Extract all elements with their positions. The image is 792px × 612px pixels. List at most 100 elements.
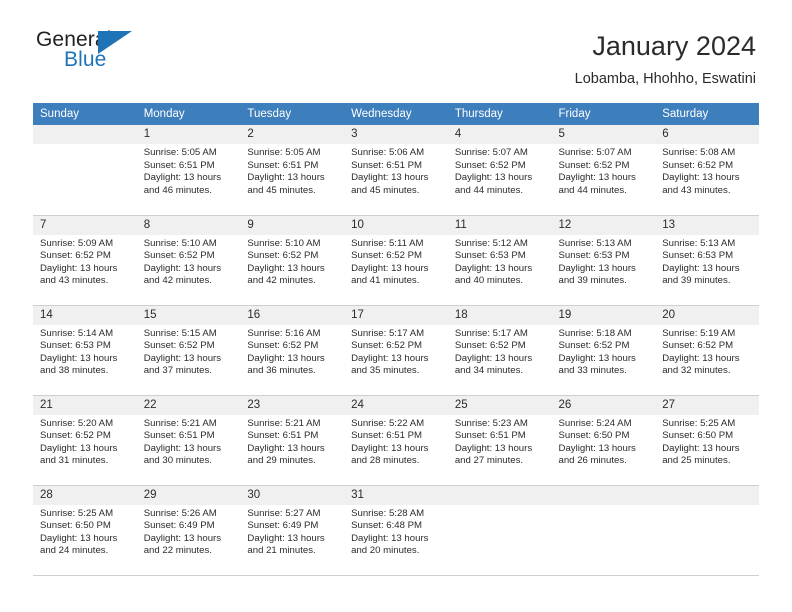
day-cell[interactable]: 27 Sunrise: 5:25 AM Sunset: 6:50 PM Dayl… (655, 395, 759, 486)
day-cell[interactable]: 8 Sunrise: 5:10 AM Sunset: 6:52 PM Dayli… (136, 215, 241, 306)
daylight-text-line1: Daylight: 13 hours (143, 262, 222, 274)
sunrise-text: Sunrise: 5:21 AM (247, 417, 321, 429)
sunrise-text: Sunrise: 5:06 AM (351, 147, 425, 158)
sunset-text: Sunset: 6:52 PM (143, 250, 215, 262)
daylight-text-line1: Daylight: 13 hours (247, 262, 325, 274)
day-cell[interactable]: 12 Sunrise: 5:13 AM Sunset: 6:53 PM Dayl… (551, 215, 656, 306)
daylight-text-line2: and 28 minutes. (351, 455, 420, 467)
day-cell[interactable]: 21 Sunrise: 5:20 AM Sunset: 6:52 PM Dayl… (33, 395, 137, 486)
daylight-text-line2: and 44 minutes. (558, 184, 627, 196)
sunset-text: Sunset: 6:52 PM (454, 159, 526, 171)
day-info: Sunrise: 5:06 AM Sunset: 6:51 PM Dayligh… (344, 144, 448, 197)
sunset-text: Sunset: 6:53 PM (558, 250, 630, 262)
sunrise-text: Sunrise: 5:17 AM (351, 327, 425, 339)
day-info: Sunrise: 5:21 AM Sunset: 6:51 PM Dayligh… (137, 415, 241, 468)
sunset-text: Sunset: 6:51 PM (143, 430, 215, 442)
weekday-header-monday: Monday (136, 103, 241, 125)
daylight-text-line1: Daylight: 13 hours (40, 532, 118, 544)
daylight-text-line2: and 39 minutes. (662, 275, 731, 287)
sunset-text: Sunset: 6:49 PM (247, 520, 319, 532)
day-cell[interactable]: 23 Sunrise: 5:21 AM Sunset: 6:51 PM Dayl… (240, 395, 345, 486)
day-info: Sunrise: 5:19 AM Sunset: 6:52 PM Dayligh… (655, 325, 759, 378)
sunrise-text: Sunrise: 5:13 AM (662, 237, 736, 249)
day-cell[interactable]: 3 Sunrise: 5:06 AM Sunset: 6:51 PM Dayli… (344, 125, 448, 216)
daylight-text-line2: and 45 minutes. (247, 184, 316, 196)
day-cell[interactable]: 18 Sunrise: 5:17 AM Sunset: 6:52 PM Dayl… (447, 305, 552, 396)
sunrise-text: Sunrise: 5:19 AM (662, 327, 736, 339)
page-subtitle: Lobamba, Hhohho, Eswatini (574, 71, 756, 87)
day-info: Sunrise: 5:10 AM Sunset: 6:52 PM Dayligh… (240, 235, 344, 288)
day-info: Sunrise: 5:26 AM Sunset: 6:49 PM Dayligh… (137, 505, 241, 558)
day-cell[interactable]: 7 Sunrise: 5:09 AM Sunset: 6:52 PM Dayli… (33, 215, 137, 306)
brand-name-blue: Blue (64, 48, 107, 71)
sunrise-text: Sunrise: 5:23 AM (454, 417, 528, 429)
day-number: 19 (551, 305, 656, 325)
day-cell[interactable]: 13 Sunrise: 5:13 AM Sunset: 6:53 PM Dayl… (655, 215, 759, 306)
day-number (655, 485, 759, 505)
day-cell[interactable]: 26 Sunrise: 5:24 AM Sunset: 6:50 PM Dayl… (551, 395, 656, 486)
sunset-text: Sunset: 6:52 PM (351, 340, 423, 352)
day-info: Sunrise: 5:15 AM Sunset: 6:52 PM Dayligh… (137, 325, 241, 378)
daylight-text-line2: and 31 minutes. (40, 455, 109, 467)
day-cell[interactable]: 22 Sunrise: 5:21 AM Sunset: 6:51 PM Dayl… (136, 395, 241, 486)
day-info: Sunrise: 5:18 AM Sunset: 6:52 PM Dayligh… (552, 325, 656, 378)
day-number (447, 485, 552, 505)
sunrise-text: Sunrise: 5:14 AM (40, 327, 114, 339)
day-number: 1 (136, 125, 241, 144)
day-number: 15 (136, 305, 241, 325)
daylight-text-line2: and 42 minutes. (143, 275, 212, 287)
daylight-text-line2: and 39 minutes. (558, 275, 627, 287)
daylight-text-line1: Daylight: 13 hours (454, 262, 533, 274)
day-cell[interactable]: 6 Sunrise: 5:08 AM Sunset: 6:52 PM Dayli… (655, 125, 759, 216)
day-cell[interactable]: 20 Sunrise: 5:19 AM Sunset: 6:52 PM Dayl… (655, 305, 759, 396)
general-blue-logo[interactable]: General Blue (36, 28, 144, 76)
weekday-header-thursday: Thursday (447, 103, 552, 125)
page-title: January 2024 (592, 31, 756, 61)
day-cell[interactable]: 28 Sunrise: 5:25 AM Sunset: 6:50 PM Dayl… (33, 485, 137, 576)
day-info: Sunrise: 5:13 AM Sunset: 6:53 PM Dayligh… (655, 235, 759, 288)
day-info: Sunrise: 5:21 AM Sunset: 6:51 PM Dayligh… (240, 415, 344, 468)
day-cell[interactable]: 14 Sunrise: 5:14 AM Sunset: 6:53 PM Dayl… (33, 305, 137, 396)
day-cell[interactable]: 17 Sunrise: 5:17 AM Sunset: 6:52 PM Dayl… (344, 305, 448, 396)
sunset-text: Sunset: 6:52 PM (40, 430, 111, 442)
sunrise-text: Sunrise: 5:25 AM (40, 507, 114, 519)
sunset-text: Sunset: 6:50 PM (40, 520, 111, 532)
daylight-text-line1: Daylight: 13 hours (558, 172, 636, 184)
day-cell[interactable]: 24 Sunrise: 5:22 AM Sunset: 6:51 PM Dayl… (344, 395, 448, 486)
day-cell[interactable]: 29 Sunrise: 5:26 AM Sunset: 6:49 PM Dayl… (136, 485, 241, 576)
sunset-text: Sunset: 6:52 PM (351, 250, 423, 262)
daylight-text-line2: and 25 minutes. (662, 455, 731, 467)
daylight-text-line2: and 41 minutes. (351, 275, 420, 287)
day-info: Sunrise: 5:25 AM Sunset: 6:50 PM Dayligh… (655, 415, 759, 468)
daylight-text-line2: and 42 minutes. (247, 275, 316, 287)
day-cell[interactable]: 10 Sunrise: 5:11 AM Sunset: 6:52 PM Dayl… (344, 215, 448, 306)
day-cell[interactable]: 2 Sunrise: 5:05 AM Sunset: 6:51 PM Dayli… (240, 125, 345, 216)
day-number: 12 (551, 215, 656, 235)
day-info: Sunrise: 5:11 AM Sunset: 6:52 PM Dayligh… (344, 235, 448, 288)
day-cell[interactable]: 15 Sunrise: 5:15 AM Sunset: 6:52 PM Dayl… (136, 305, 241, 396)
day-cell[interactable]: 31 Sunrise: 5:28 AM Sunset: 6:48 PM Dayl… (344, 485, 448, 576)
day-cell[interactable]: 1 Sunrise: 5:05 AM Sunset: 6:51 PM Dayli… (136, 125, 241, 216)
sunrise-text: Sunrise: 5:11 AM (351, 237, 424, 249)
daylight-text-line2: and 37 minutes. (143, 365, 212, 377)
day-cell[interactable]: 5 Sunrise: 5:07 AM Sunset: 6:52 PM Dayli… (551, 125, 656, 216)
day-cell[interactable]: 11 Sunrise: 5:12 AM Sunset: 6:53 PM Dayl… (447, 215, 552, 306)
day-cell[interactable]: 19 Sunrise: 5:18 AM Sunset: 6:52 PM Dayl… (551, 305, 656, 396)
daylight-text-line2: and 36 minutes. (247, 365, 316, 377)
day-cell[interactable]: 30 Sunrise: 5:27 AM Sunset: 6:49 PM Dayl… (240, 485, 345, 576)
sunrise-text: Sunrise: 5:16 AM (247, 327, 321, 339)
day-cell[interactable]: 9 Sunrise: 5:10 AM Sunset: 6:52 PM Dayli… (240, 215, 345, 306)
day-info: Sunrise: 5:12 AM Sunset: 6:53 PM Dayligh… (448, 235, 552, 288)
day-cell[interactable]: 16 Sunrise: 5:16 AM Sunset: 6:52 PM Dayl… (240, 305, 345, 396)
day-number: 3 (344, 125, 448, 144)
day-cell[interactable]: 25 Sunrise: 5:23 AM Sunset: 6:51 PM Dayl… (447, 395, 552, 486)
daylight-text-line1: Daylight: 13 hours (351, 262, 429, 274)
day-number: 30 (240, 485, 345, 505)
daylight-text-line2: and 20 minutes. (351, 545, 420, 557)
sunset-text: Sunset: 6:48 PM (351, 520, 423, 532)
day-number: 18 (447, 305, 552, 325)
day-number: 26 (551, 395, 656, 415)
daylight-text-line2: and 29 minutes. (247, 455, 316, 467)
day-cell[interactable]: 4 Sunrise: 5:07 AM Sunset: 6:52 PM Dayli… (447, 125, 552, 216)
day-info: Sunrise: 5:17 AM Sunset: 6:52 PM Dayligh… (448, 325, 552, 378)
